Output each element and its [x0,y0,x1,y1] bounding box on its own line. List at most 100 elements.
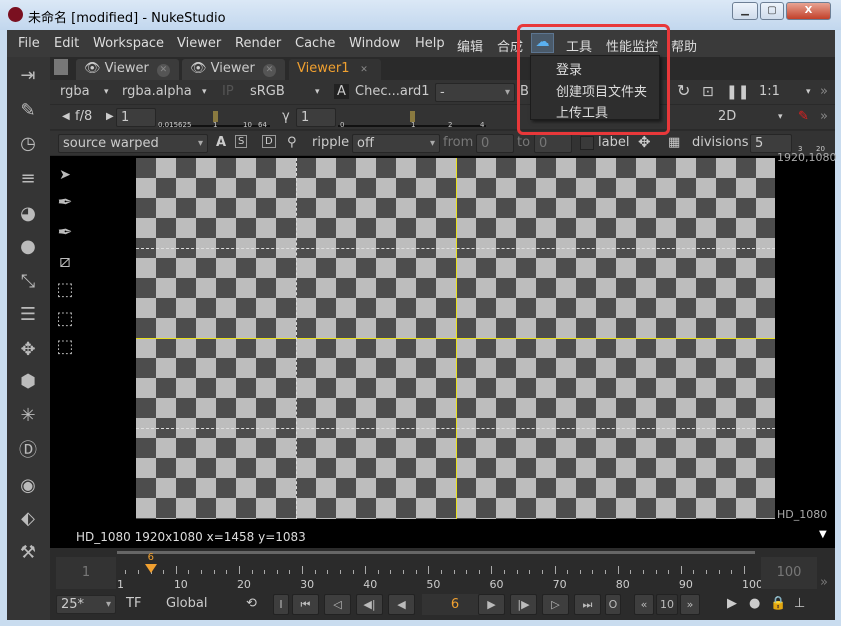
channels-dropdown[interactable]: rgba [60,84,90,99]
skip-forward-icon[interactable]: » [680,594,700,615]
destination-toggle-icon[interactable]: D [262,135,276,148]
close-button[interactable]: X [786,2,831,20]
out-frame-field[interactable]: 100 [761,557,817,589]
gamma-input[interactable]: 1 [296,108,336,127]
play-mode-icon[interactable]: ▶ [727,596,737,611]
fstop-decrease-icon[interactable]: ◀ [62,111,70,122]
info-menu-icon[interactable]: ▼ [819,529,827,540]
pin-icon[interactable]: ⚲ [287,135,297,150]
menu-render[interactable]: Render [235,36,281,51]
set-in-button[interactable]: I [273,594,289,615]
pane-menu-icon[interactable] [54,59,68,75]
zoom-dropdown[interactable]: 1:1 [759,84,780,99]
to-input[interactable]: 0 [534,134,572,153]
color-icon[interactable]: ◕ [17,203,39,225]
menu-viewer[interactable]: Viewer [177,36,221,51]
select-arrow-icon[interactable]: ➤ [54,164,76,186]
deep-icon[interactable]: Ⓓ [17,440,39,462]
expand-icon[interactable]: » [820,84,828,99]
minimize-button[interactable]: ▁ [732,2,758,20]
channels-icon[interactable]: ≡ [17,168,39,190]
menu-workspace[interactable]: Workspace [93,36,164,51]
menu-edit[interactable]: Edit [54,36,79,51]
tab-viewer1[interactable]: Viewer1 ✕ [289,59,381,80]
menu-file[interactable]: File [18,36,40,51]
views-eye-icon[interactable]: ◉ [17,475,39,497]
grid-points-icon[interactable]: ⬚ [54,336,76,358]
gamma-slider[interactable]: 0 1 2 4 [338,109,486,129]
roi-icon[interactable]: ⊡ [702,84,714,100]
timeline-ruler[interactable]: 1 10 20 30 40 50 60 70 80 90 100 6 [117,552,763,592]
step-size-field[interactable]: 10 [656,594,678,615]
fps-dropdown[interactable]: 25* [56,595,116,614]
tab-viewer-2[interactable]: 👁 Viewer ✕ [182,59,285,80]
step-back-icon[interactable]: ◀| [356,594,383,615]
other-tools-icon[interactable]: ⚒ [17,542,39,564]
play-backward-icon[interactable]: ◀ [388,594,415,615]
expand-icon[interactable]: » [820,575,828,590]
fstop-increase-icon[interactable]: ▶ [106,111,114,122]
paint-brush-icon[interactable]: ✎ [17,100,39,122]
menu-help-cn[interactable]: 帮助 [671,36,697,55]
step-forward-icon[interactable]: |▶ [510,594,537,615]
tf-dropdown[interactable]: TF [126,596,141,611]
close-tab-icon[interactable]: ✕ [262,64,276,77]
first-frame-icon[interactable]: ⏮ [292,594,319,615]
import-icon[interactable]: ⇥ [17,65,39,87]
play-forward-icon[interactable]: ▶ [478,594,505,615]
skip-back-icon[interactable]: « [634,594,654,615]
menu-cache[interactable]: Cache [295,36,335,51]
merge-layers-icon[interactable]: ☰ [17,304,39,326]
keyer-icon[interactable]: ⤡ [17,271,39,293]
lock-icon[interactable]: 🔒 [770,596,786,611]
bbox-points-icon[interactable]: ⬚ [54,308,76,330]
gain-slider[interactable]: 0.015625 1 10 64 [158,109,270,129]
refresh-icon[interactable]: ↻ [677,81,690,100]
particles-icon[interactable]: ✳ [17,405,39,427]
close-tab-icon[interactable]: ✕ [357,64,370,77]
scope-dropdown[interactable]: Global [166,596,207,611]
tab-viewer[interactable]: 👁 Viewer ✕ [76,59,179,80]
from-input[interactable]: 0 [476,134,514,153]
pen-remove-icon[interactable]: ✒ [54,222,76,244]
gain-input[interactable]: 1 [116,108,156,127]
source-toggle-icon[interactable]: S [235,135,248,148]
clock-icon[interactable]: ◷ [17,133,39,155]
move-icon[interactable]: ✥ [638,133,651,151]
channel-dropdown[interactable]: rgba.alpha [122,84,192,99]
view-mode-dropdown[interactable]: 2D [718,109,736,124]
in-frame-field[interactable]: 1 [56,557,116,589]
b-input-dropdown[interactable]: - [435,83,515,102]
grid-icon[interactable]: ▦ [668,135,680,150]
set-out-button[interactable]: O [605,594,621,615]
ip-button[interactable]: IP [222,84,234,99]
menu-window[interactable]: Window [349,36,400,51]
a-toggle-icon[interactable]: A [216,135,226,150]
color-picker-icon[interactable]: ✎ [798,109,809,124]
menu-edit-cn[interactable]: 编辑 [457,36,483,55]
maximize-button[interactable]: ▢ [760,2,784,20]
filter-icon[interactable]: ● [17,236,39,258]
bbox-icon[interactable]: ⬚ [54,279,76,301]
transform-icon[interactable]: ✥ [17,339,39,361]
loop-mode-icon[interactable]: ⟲ [246,596,257,611]
pause-icon[interactable]: ❚❚ [726,84,749,100]
crop-icon[interactable]: ⧄ [54,251,76,273]
ruler-icon[interactable]: ⊥ [794,596,805,611]
pen-add-icon[interactable]: ✒ [54,192,76,214]
expand-icon[interactable]: » [820,109,828,124]
close-tab-icon[interactable]: ✕ [156,64,170,77]
ripple-dropdown[interactable]: off [352,134,440,153]
menu-help[interactable]: Help [415,36,445,51]
prev-keyframe-icon[interactable]: ◁ [324,594,351,615]
tag-icon[interactable]: ⬖ [17,508,39,530]
warp-mode-dropdown[interactable]: source warped [58,134,208,153]
last-frame-icon[interactable]: ⏭ [574,594,601,615]
playhead-marker[interactable] [144,564,157,573]
record-icon[interactable]: ● [749,596,760,611]
label-checkbox[interactable] [580,136,594,150]
3d-cube-icon[interactable]: ⬢ [17,371,39,393]
lut-dropdown[interactable]: sRGB [250,84,285,99]
a-input-dropdown[interactable]: Chec...ard1 [355,84,429,99]
next-keyframe-icon[interactable]: ▷ [542,594,569,615]
